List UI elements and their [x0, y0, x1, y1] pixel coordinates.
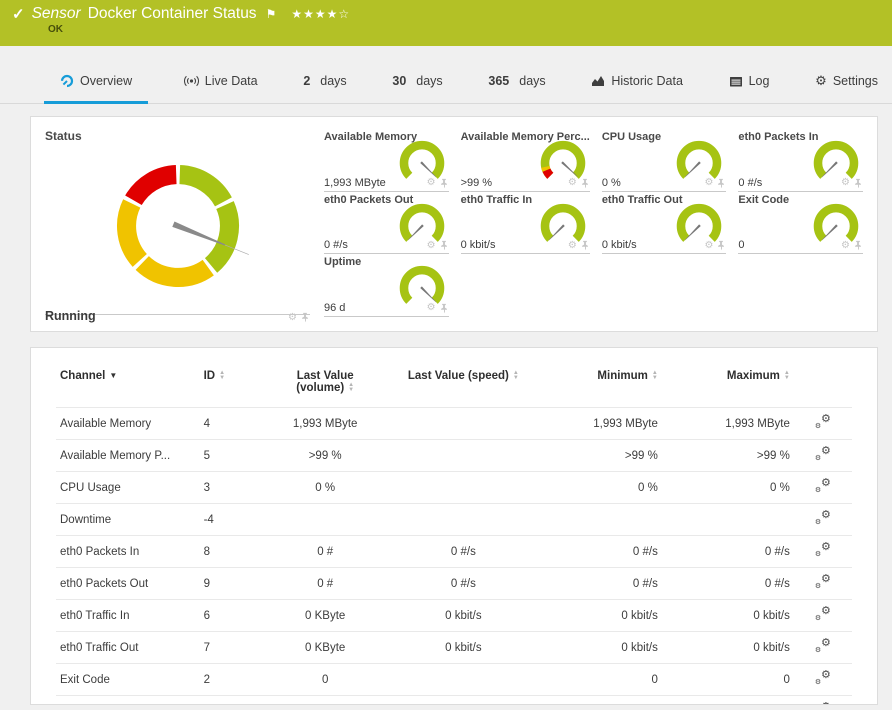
- channel-settings-gears-icon[interactable]: ⚙⚙: [815, 637, 831, 654]
- gauge-icon: [60, 74, 74, 88]
- gear-icon[interactable]: ⚙: [704, 240, 713, 251]
- tab-365-days[interactable]: 365 days: [478, 74, 555, 103]
- gauge-cell-available-memory: Available Memory 1,993 MByte ⚙: [324, 129, 449, 192]
- sort-icon: ▲ ▼: [512, 369, 519, 381]
- gear-icon[interactable]: ⚙: [427, 240, 436, 251]
- tab-log[interactable]: Log: [719, 74, 780, 103]
- status-gauge-value: Running: [45, 309, 96, 323]
- table-row[interactable]: Downtime -4 ⚙ ⚙: [56, 503, 852, 536]
- status-gauge-cell: Status Running ⚙: [45, 129, 310, 323]
- live-data-icon: [183, 75, 199, 87]
- channel-settings-gears-icon[interactable]: ⚙⚙: [815, 701, 831, 704]
- gear-icon[interactable]: ⚙: [288, 312, 297, 323]
- channel-settings-gears-icon[interactable]: ⚙⚙: [815, 573, 831, 590]
- table-row[interactable]: Available Memory P... 5 >99 % >99 % >99 % ⚙ ⚙: [56, 439, 852, 472]
- table-row[interactable]: eth0 Traffic In 6 0 KByte 0 kbit/s 0 kbit/s 0…: [56, 599, 852, 632]
- channel-settings-gears-icon[interactable]: ⚙⚙: [815, 541, 831, 558]
- gear-icon[interactable]: ⚙: [568, 240, 577, 251]
- tab-overview[interactable]: Overview: [44, 74, 149, 104]
- pin-icon[interactable]: [439, 303, 449, 314]
- sort-icon: ▲ ▼: [348, 381, 355, 393]
- pin-icon[interactable]: [439, 240, 449, 251]
- pin-icon[interactable]: [580, 240, 590, 251]
- col-id[interactable]: ID ▲ ▼: [200, 358, 264, 408]
- priority-stars[interactable]: ★★★★☆: [291, 7, 350, 21]
- tab-30-days[interactable]: 30 days: [382, 74, 452, 103]
- tab-2-days[interactable]: 2 days: [293, 74, 356, 103]
- table-row[interactable]: eth0 Packets Out 9 0 #0 #/s 0 #/s 0 #/s ⚙ ⚙: [56, 567, 852, 600]
- status-check-icon: ✓: [12, 6, 25, 23]
- sort-icon: ▲ ▼: [783, 369, 790, 381]
- pin-icon[interactable]: [716, 240, 726, 251]
- col-channel[interactable]: Channel ▼: [56, 358, 200, 408]
- gear-icon[interactable]: ⚙: [427, 303, 436, 313]
- gauge-cell-available-memory-percent: Available Memory Perc... >99 % ⚙: [460, 129, 590, 192]
- gauge-grid: Available Memory 1,993 MByte ⚙ Available…: [324, 129, 863, 317]
- table-row[interactable]: Available Memory 4 1,993 MByte 1,993 MByte 1…: [56, 407, 852, 440]
- page-title: Docker Container Status: [87, 5, 257, 22]
- gauge-cell-cpu-usage: CPU Usage 0 % ⚙: [601, 129, 727, 192]
- sort-icon: ▲ ▼: [219, 369, 226, 381]
- gear-icon[interactable]: ⚙: [704, 178, 713, 188]
- status-donut-gauge: [116, 165, 249, 287]
- pin-icon[interactable]: [853, 240, 863, 251]
- channel-settings-gears-icon[interactable]: ⚙⚙: [815, 605, 831, 622]
- gauge-cell-eth0-packets-out: eth0 Packets Out 0 #/s ⚙: [324, 192, 449, 254]
- pin-icon[interactable]: [580, 178, 590, 189]
- gauges-panel: Status Running ⚙ Available Memory 1,993 …: [30, 116, 878, 332]
- pin-icon[interactable]: [853, 178, 863, 189]
- sensor-word: Sensor: [31, 5, 81, 22]
- channel-table-panel: Channel ▼ ID ▲ ▼ Last Value (volume) ▲ ▼ Last …: [30, 347, 878, 705]
- tab-bar: Overview Live Data 2 days 30 days 365 da…: [0, 46, 892, 104]
- col-last-value-volume[interactable]: Last Value (volume) ▲ ▼: [263, 358, 387, 408]
- historic-chart-icon: [592, 76, 605, 86]
- sort-desc-icon: ▼: [109, 371, 118, 381]
- log-list-icon: [729, 76, 742, 86]
- channel-settings-gears-icon[interactable]: ⚙⚙: [815, 669, 831, 686]
- sensor-header: ✓ Sensor Docker Container Status ⚑ ★★★★☆…: [0, 0, 892, 46]
- pin-icon[interactable]: [716, 178, 726, 189]
- col-last-value-speed[interactable]: Last Value (speed) ▲ ▼: [387, 358, 539, 408]
- tab-historic-data[interactable]: Historic Data: [581, 74, 693, 103]
- gear-icon[interactable]: ⚙: [568, 178, 577, 188]
- col-maximum[interactable]: Maximum ▲ ▼: [662, 358, 794, 408]
- table-row[interactable]: eth0 Traffic Out 7 0 KByte 0 kbit/s 0 kbit/s…: [56, 631, 852, 664]
- col-minimum[interactable]: Minimum ▲ ▼: [539, 358, 661, 408]
- gauge-cell-uptime: Uptime 96 d ⚙: [324, 254, 449, 317]
- gauge-cell-exit-code: Exit Code 0 ⚙: [738, 192, 863, 254]
- status-gauge-title: Status: [45, 129, 82, 143]
- table-row[interactable]: eth0 Packets In 8 0 #0 #/s 0 #/s 0 #/s ⚙ ⚙: [56, 535, 852, 568]
- col-actions: [794, 358, 852, 408]
- gear-icon[interactable]: ⚙: [841, 240, 850, 251]
- gear-icon[interactable]: ⚙: [427, 178, 436, 188]
- channel-settings-gears-icon[interactable]: ⚙⚙: [815, 477, 831, 494]
- tab-live-data[interactable]: Live Data: [174, 74, 268, 103]
- table-header-row: Channel ▼ ID ▲ ▼ Last Value (volume) ▲ ▼ Last …: [56, 358, 852, 408]
- table-row[interactable]: Exit Code 2 0 0 0 ⚙ ⚙: [56, 663, 852, 696]
- tab-settings[interactable]: ⚙ Settings: [805, 74, 888, 103]
- flag-icon[interactable]: ⚑: [266, 7, 277, 21]
- channel-table: Channel ▼ ID ▲ ▼ Last Value (volume) ▲ ▼ Last …: [56, 358, 852, 704]
- gauge-cell-eth0-traffic-out: eth0 Traffic Out 0 kbit/s ⚙: [601, 192, 727, 254]
- table-row[interactable]: CPU Usage 3 0 % 0 % 0 % ⚙ ⚙: [56, 471, 852, 504]
- sort-icon: ▲ ▼: [651, 369, 658, 381]
- pin-icon[interactable]: [439, 178, 449, 189]
- settings-gear-icon: ⚙: [815, 73, 827, 89]
- gear-icon[interactable]: ⚙: [841, 178, 850, 188]
- channel-settings-gears-icon[interactable]: ⚙⚙: [815, 413, 831, 430]
- gauge-cell-eth0-traffic-in: eth0 Traffic In 0 kbit/s ⚙: [460, 192, 590, 254]
- table-row[interactable]: Status0RunningRunningRunning⚙⚙: [56, 695, 852, 704]
- channel-settings-gears-icon[interactable]: ⚙⚙: [815, 509, 831, 526]
- channel-settings-gears-icon[interactable]: ⚙⚙: [815, 445, 831, 462]
- pin-icon[interactable]: [300, 312, 310, 323]
- gauge-cell-eth0-packets-in: eth0 Packets In 0 #/s ⚙: [738, 129, 863, 192]
- status-badge: OK: [48, 24, 63, 35]
